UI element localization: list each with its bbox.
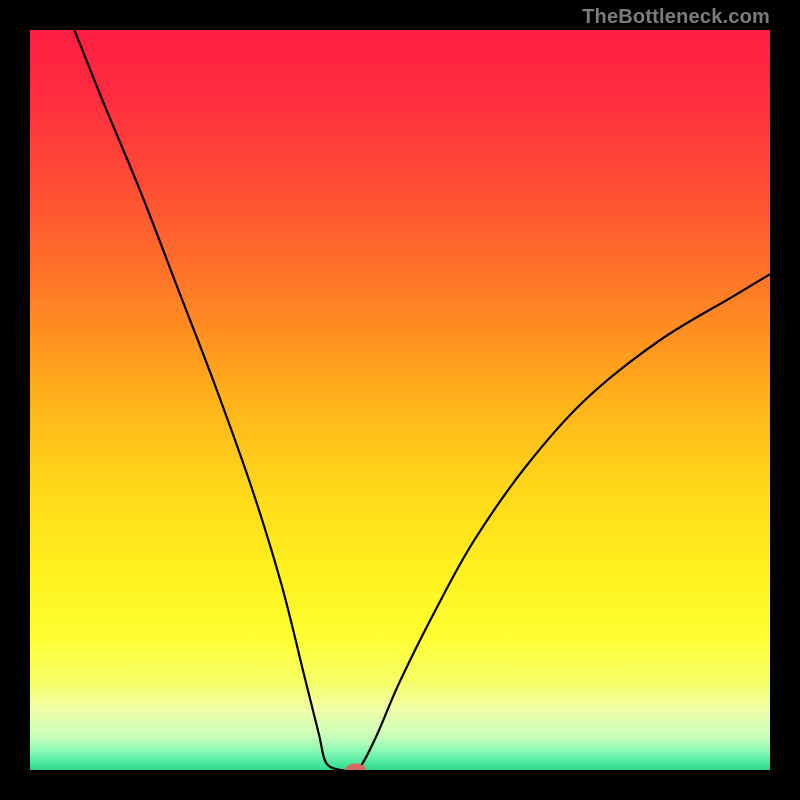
chart-frame: TheBottleneck.com (0, 0, 800, 800)
bottleneck-curve (30, 30, 770, 770)
watermark-text: TheBottleneck.com (582, 6, 770, 29)
plot-area (30, 30, 770, 770)
